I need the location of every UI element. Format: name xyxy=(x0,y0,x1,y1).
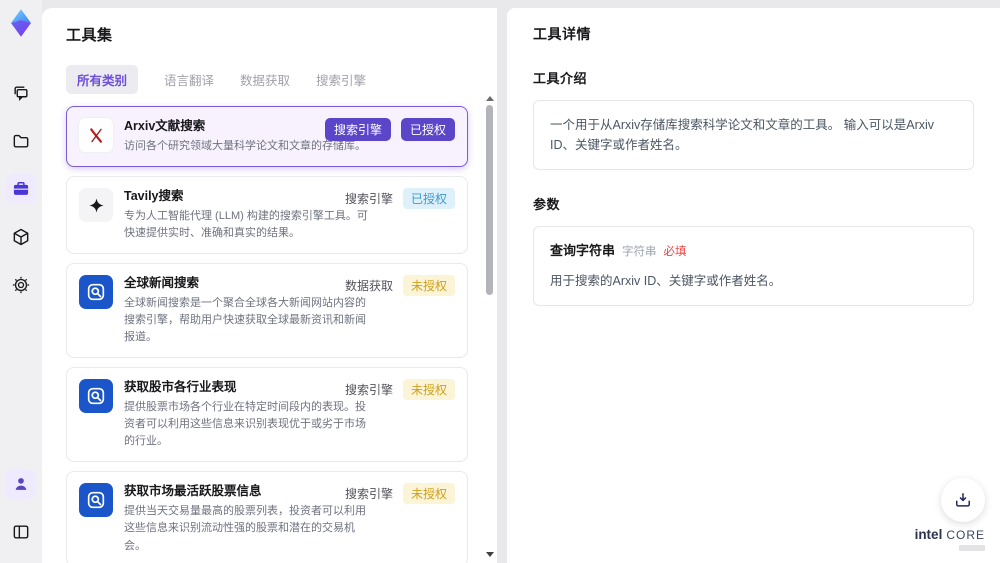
param-description: 用于搜索的Arxiv ID、关键字或作者姓名。 xyxy=(550,273,782,288)
tool-category-label: 搜索引擎 xyxy=(324,118,391,141)
tool-category-label: 搜索引擎 xyxy=(344,383,393,398)
tab-所有类别[interactable]: 所有类别 xyxy=(66,65,139,94)
sidebar-toggle-icon[interactable] xyxy=(6,517,36,547)
tool-status-badge: 未授权 xyxy=(402,379,455,401)
main-area: 工具集 所有类别 语言翻译 数据获取 搜索引擎 Arxiv文献搜索 访问各个研究领域大… xyxy=(42,0,1000,563)
tab-数据获取[interactable]: 数据获取 xyxy=(240,65,290,94)
tool-description: 专为人工智能代理 (LLM) 构建的搜索引擎工具。可快速提供实时、准确和真实的结… xyxy=(124,210,368,240)
search-icon xyxy=(79,275,113,310)
tool-card[interactable]: 获取市场最活跃股票信息 提供当天交易量最高的股票列表，投资者可以利用这些信息来识… xyxy=(66,471,468,563)
briefcase-icon[interactable] xyxy=(6,174,36,204)
folder-icon[interactable] xyxy=(6,126,36,156)
scroll-down-icon[interactable] xyxy=(486,552,494,557)
download-button[interactable] xyxy=(941,478,985,522)
tool-description: 全球新闻搜索是一个聚合全球各大新闻网站内容的搜索引擎，帮助用户快速获取全球最新资… xyxy=(124,297,366,344)
page-title: 工具集 xyxy=(66,27,113,44)
chat-icon[interactable] xyxy=(6,78,36,108)
tool-list: Arxiv文献搜索 访问各个研究领域大量科学论文和文章的存储库。 搜索引擎 已授… xyxy=(66,106,480,563)
app-window: 工具集 所有类别 语言翻译 数据获取 搜索引擎 Arxiv文献搜索 访问各个研究领域大… xyxy=(0,0,1000,563)
star-icon xyxy=(79,188,113,223)
intel-core-logo: intel CORE xyxy=(914,527,985,551)
arxiv-icon xyxy=(79,118,113,152)
tool-meta: 搜索引擎 未授权 xyxy=(344,483,455,505)
scrollbar-thumb[interactable] xyxy=(486,105,493,295)
tool-status-badge: 已授权 xyxy=(402,188,455,210)
settings-gear-icon[interactable] xyxy=(6,270,36,300)
tool-meta: 搜索引擎 未授权 xyxy=(344,379,455,401)
tool-card[interactable]: 全球新闻搜索 全球新闻搜索是一个聚合全球各大新闻网站内容的搜索引擎，帮助用户快速… xyxy=(66,263,468,359)
params-heading: 参数 xyxy=(533,197,561,212)
tool-card[interactable]: Arxiv文献搜索 访问各个研究领域大量科学论文和文章的存储库。 搜索引擎 已授… xyxy=(66,106,468,168)
tool-meta: 数据获取 未授权 xyxy=(344,275,455,297)
scroll-up-icon[interactable] xyxy=(486,96,494,101)
tool-card[interactable]: Tavily搜索 专为人工智能代理 (LLM) 构建的搜索引擎工具。可快速提供实… xyxy=(66,176,468,255)
param-required-badge: 必填 xyxy=(663,246,687,258)
search-icon xyxy=(79,483,113,518)
tab-搜索引擎[interactable]: 搜索引擎 xyxy=(316,65,366,94)
param-box: 查询字符串 字符串 必填 用于搜索的Arxiv ID、关键字或作者姓名。 xyxy=(533,226,974,306)
tool-status-badge: 未授权 xyxy=(402,483,455,505)
user-profile-icon[interactable] xyxy=(6,469,36,499)
tool-detail-panel: 工具详情 工具介绍 一个用于从Arxiv存储库搜索科学论文和文章的工具。 输入可… xyxy=(507,8,1000,563)
category-tabs: 所有类别 语言翻译 数据获取 搜索引擎 xyxy=(66,65,480,94)
tool-card[interactable]: 获取股市各行业表现 提供股票市场各个行业在特定时间段内的表现。投资者可以利用这些… xyxy=(66,367,468,463)
cube-icon[interactable] xyxy=(6,222,36,252)
detail-title: 工具详情 xyxy=(533,26,591,42)
tool-status-badge: 未授权 xyxy=(402,275,455,297)
brand-core-text: CORE xyxy=(946,528,985,543)
search-icon xyxy=(79,379,113,414)
param-type: 字符串 xyxy=(622,246,657,258)
brand-intel-text: intel xyxy=(914,527,943,543)
app-logo-icon xyxy=(6,8,36,38)
tool-category-label: 数据获取 xyxy=(344,279,393,294)
intro-heading: 工具介绍 xyxy=(533,71,588,86)
tab-语言翻译[interactable]: 语言翻译 xyxy=(164,65,214,94)
tool-list-panel: 工具集 所有类别 语言翻译 数据获取 搜索引擎 Arxiv文献搜索 访问各个研究领域大… xyxy=(42,8,497,563)
tool-category-label: 搜索引擎 xyxy=(344,487,393,502)
intro-box: 一个用于从Arxiv存储库搜索科学论文和文章的工具。 输入可以是Arxiv ID… xyxy=(533,100,974,170)
intro-text: 一个用于从Arxiv存储库搜索科学论文和文章的工具。 输入可以是Arxiv ID… xyxy=(550,118,935,152)
tool-description: 提供当天交易量最高的股票列表，投资者可以利用这些信息来识别流动性强的股票和潜在的… xyxy=(124,505,366,552)
icon-rail xyxy=(0,0,42,563)
tool-status-badge: 已授权 xyxy=(400,118,455,141)
param-name: 查询字符串 xyxy=(550,243,616,258)
brand-sub-mark xyxy=(959,545,985,551)
tool-description: 提供股票市场各个行业在特定时间段内的表现。投资者可以利用这些信息来识别表现优于或… xyxy=(124,401,366,448)
tool-category-label: 搜索引擎 xyxy=(344,192,393,207)
list-scrollbar[interactable] xyxy=(485,96,494,557)
tool-meta: 搜索引擎 已授权 xyxy=(324,118,455,141)
param-header: 查询字符串 字符串 必填 xyxy=(550,241,957,262)
tool-meta: 搜索引擎 已授权 xyxy=(344,188,455,210)
